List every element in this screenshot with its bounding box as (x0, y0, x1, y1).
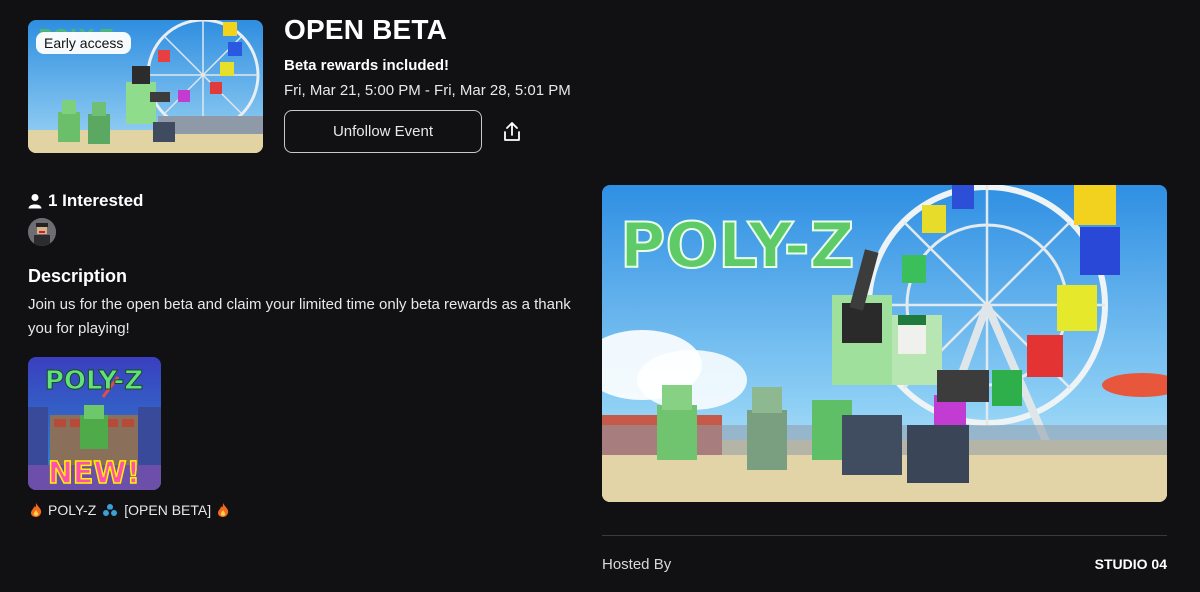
game-thumbnail-art: POLY-Z NEW! (28, 357, 161, 490)
event-thumbnail: POLY-Z Early access (28, 20, 263, 153)
description-text: Join us for the open beta and claim your… (28, 296, 571, 337)
share-icon (504, 122, 520, 141)
game-thumbnail[interactable]: POLY-Z NEW! (28, 357, 161, 490)
event-title: OPEN BETA (284, 14, 448, 45)
game-thumbnail-new: NEW! (48, 456, 140, 490)
fire-icon (31, 503, 42, 517)
share-button[interactable] (500, 120, 524, 144)
unfollow-event-button[interactable]: Unfollow Event (284, 110, 482, 153)
avatar-image (28, 218, 56, 246)
host-name[interactable]: STUDIO 04 (1095, 556, 1167, 572)
biohazard-icon (103, 504, 118, 516)
interested-label: 1 Interested (48, 191, 144, 210)
event-subtitle: Beta rewards included! (284, 57, 450, 74)
interested-count: 1 Interested (28, 191, 143, 211)
description-heading: Description (28, 266, 128, 286)
game-name: POLY-Z (48, 502, 97, 518)
hosted-divider (602, 535, 1167, 536)
fire-icon (218, 503, 229, 517)
game-name-link[interactable]: POLY-Z [OPEN BETA] (30, 502, 229, 518)
game-thumbnail-title: POLY-Z (45, 366, 143, 396)
hosted-by-label: Hosted By (602, 556, 672, 573)
event-hero-image: POLY-Z (602, 185, 1167, 502)
event-dates: Fri, Mar 21, 5:00 PM - Fri, Mar 28, 5:01… (284, 82, 571, 99)
hero-logo: POLY-Z (620, 209, 854, 282)
event-hero-art: POLY-Z (602, 185, 1167, 502)
avatar[interactable] (28, 218, 56, 246)
game-name-suffix: [OPEN BETA] (124, 502, 212, 518)
person-icon (28, 194, 42, 209)
early-access-badge: Early access (36, 32, 132, 54)
